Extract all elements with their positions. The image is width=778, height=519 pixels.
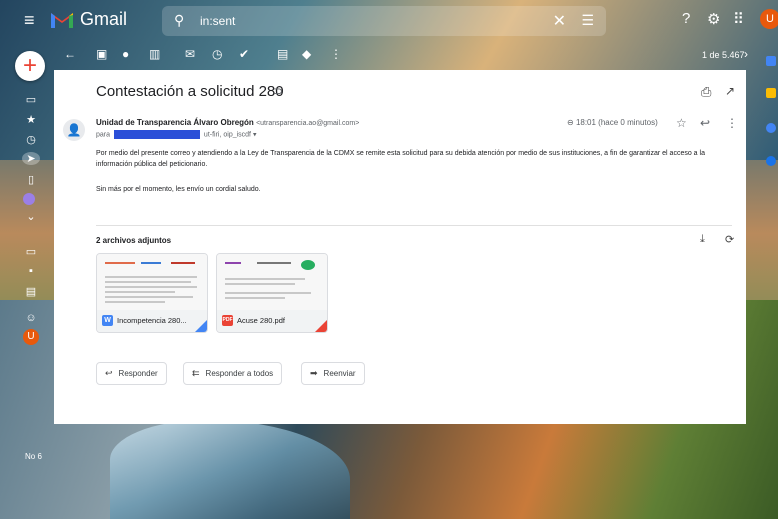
expand-more-icon[interactable]: ⌄ [22, 210, 40, 223]
attachment-preview [217, 254, 327, 310]
delete-icon[interactable]: ▥ [149, 47, 160, 61]
open-new-window-icon[interactable]: ↗ [725, 84, 735, 98]
recipients-line[interactable]: para ut-firi, oip_iscdf ▾ [96, 130, 256, 139]
reply-button[interactable]: ↩ Responder [96, 362, 167, 385]
search-options-icon[interactable]: ☰ [581, 12, 594, 29]
gmail-logo[interactable]: Gmail [50, 9, 127, 30]
doc-corner-icon [195, 320, 207, 332]
report-spam-icon[interactable]: ● [122, 47, 129, 61]
keep-icon[interactable] [766, 88, 776, 98]
sender-email: <utransparencia.ao@gmail.com> [256, 120, 360, 127]
body-paragraph-1: Por medio del presente correo y atendien… [96, 150, 705, 168]
attachment-name: Incompetencia 280... [117, 316, 187, 325]
attachment-card[interactable]: PDF Acuse 280.pdf [216, 253, 328, 333]
reply-button-label: Responder [118, 369, 158, 378]
starred-icon[interactable]: ★ [22, 113, 40, 126]
forward-button[interactable]: ➡ Reenviar [301, 362, 365, 385]
video-icon[interactable]: ▪ [22, 265, 40, 277]
help-icon[interactable]: ? [682, 10, 690, 27]
message-toolbar: ← ▣ ● ▥ ✉ ◷ ✔ ▤ ◆ ⋮ 1 de 5.467 › [52, 42, 752, 68]
search-bar[interactable]: ⚲ in:sent ✕ ☰ [162, 6, 606, 36]
hangouts-icon[interactable]: ☺ [22, 312, 40, 324]
sender-avatar: 👤 [63, 119, 85, 141]
message-pane: Contestación a solicitud 280 ⊃ ⎙ ↗ 👤 Uni… [54, 70, 746, 424]
attachment-footer: PDF Acuse 280.pdf [217, 310, 327, 332]
label-icon[interactable]: ◆ [302, 47, 311, 61]
main-menu-icon[interactable]: ≡ [24, 10, 35, 31]
keyboard-icon[interactable]: ▤ [22, 285, 40, 298]
more-actions-icon[interactable]: ⋮ [726, 116, 738, 130]
inbox-icon[interactable]: ▭ [22, 93, 40, 106]
rail-bottom-label: No 6 [25, 452, 42, 461]
calendar-icon[interactable] [766, 56, 776, 66]
reply-all-icon: ⇇ [192, 368, 200, 378]
to-prefix: para [96, 131, 111, 139]
message-subject: Contestación a solicitud 280 [96, 83, 284, 100]
star-icon[interactable]: ☆ [676, 116, 687, 130]
search-input[interactable]: in:sent [200, 14, 235, 28]
more-options-icon[interactable]: ⋮ [330, 47, 342, 61]
body-paragraph-2: Sin más por el momento, les envío un cor… [96, 186, 261, 193]
search-icon[interactable]: ⚲ [174, 12, 184, 29]
settings-icon[interactable]: ⚙ [707, 10, 720, 28]
to-recipients: ut-firi, oip_iscdf [203, 131, 251, 139]
tasks-icon[interactable] [766, 123, 776, 133]
reply-all-button[interactable]: ⇇ Responder a todos [183, 362, 283, 385]
snoozed-icon[interactable]: ◷ [22, 133, 40, 146]
meet-icon[interactable]: ▭ [22, 245, 40, 258]
back-arrow-icon[interactable]: ← [64, 47, 76, 61]
pdf-icon: PDF [222, 315, 233, 326]
redacted-recipient [113, 130, 200, 139]
print-icon[interactable]: ⎙ [701, 84, 711, 100]
archive-icon[interactable]: ▣ [96, 47, 107, 61]
message-time-text: 18:01 (hace 0 minutos) [575, 118, 658, 127]
importance-marker-icon[interactable]: ⊃ [273, 84, 283, 98]
clear-search-icon[interactable]: ✕ [553, 11, 566, 31]
gmail-m-icon [50, 11, 74, 29]
compose-button[interactable]: + [15, 51, 45, 81]
attachment-preview [97, 254, 207, 310]
hangouts-user-avatar[interactable]: U [23, 329, 39, 345]
snooze-icon[interactable]: ◷ [212, 47, 222, 61]
pdf-corner-icon [315, 320, 327, 332]
add-task-icon[interactable]: ✔ [239, 47, 249, 61]
account-avatar[interactable]: U [760, 9, 778, 29]
top-bar: ≡ Gmail ⚲ in:sent ✕ ☰ ? ⚙ ⠿ U [0, 0, 778, 40]
download-all-icon[interactable]: ⤓ [700, 233, 705, 246]
attachments-title: 2 archivos adjuntos [96, 236, 172, 245]
forward-button-label: Reenviar [323, 369, 356, 378]
mark-unread-icon[interactable]: ✉ [185, 47, 195, 61]
attachment-footer: W Incompetencia 280... [97, 310, 207, 332]
apps-grid-icon[interactable]: ⠿ [733, 10, 744, 28]
message-time: ⊖ 18:01 (hace 0 minutos) [567, 118, 658, 127]
attachments-divider [96, 225, 732, 226]
move-to-icon[interactable]: ▤ [277, 47, 288, 61]
sender-name: Unidad de Transparencia Álvaro Obregón [96, 118, 254, 127]
message-body: Por medio del presente correo y atendien… [96, 148, 736, 209]
save-to-drive-icon[interactable]: ⟳ [725, 233, 734, 246]
reply-icon[interactable]: ↩ [700, 116, 710, 130]
label-dot-icon[interactable] [23, 193, 35, 205]
sender-line: Unidad de Transparencia Álvaro Obregón <… [96, 118, 359, 127]
sent-icon[interactable]: ➤ [22, 152, 40, 165]
contacts-icon[interactable] [766, 156, 776, 166]
older-chevron-icon[interactable]: › [744, 47, 748, 61]
gmail-logo-text: Gmail [80, 9, 128, 29]
reply-arrow-icon: ↩ [105, 368, 113, 378]
word-doc-icon: W [102, 315, 113, 326]
recipients-dropdown-icon[interactable]: ▾ [253, 131, 257, 138]
drafts-icon[interactable]: ▯ [22, 173, 40, 186]
attachment-name: Acuse 280.pdf [237, 316, 285, 325]
attachment-card[interactable]: W Incompetencia 280... [96, 253, 208, 333]
reply-all-button-label: Responder a todos [205, 369, 274, 378]
forward-icon: ➡ [310, 368, 318, 378]
pagination-count: 1 de 5.467 [702, 50, 745, 60]
attachment-clip-icon: ⊖ [567, 118, 574, 127]
